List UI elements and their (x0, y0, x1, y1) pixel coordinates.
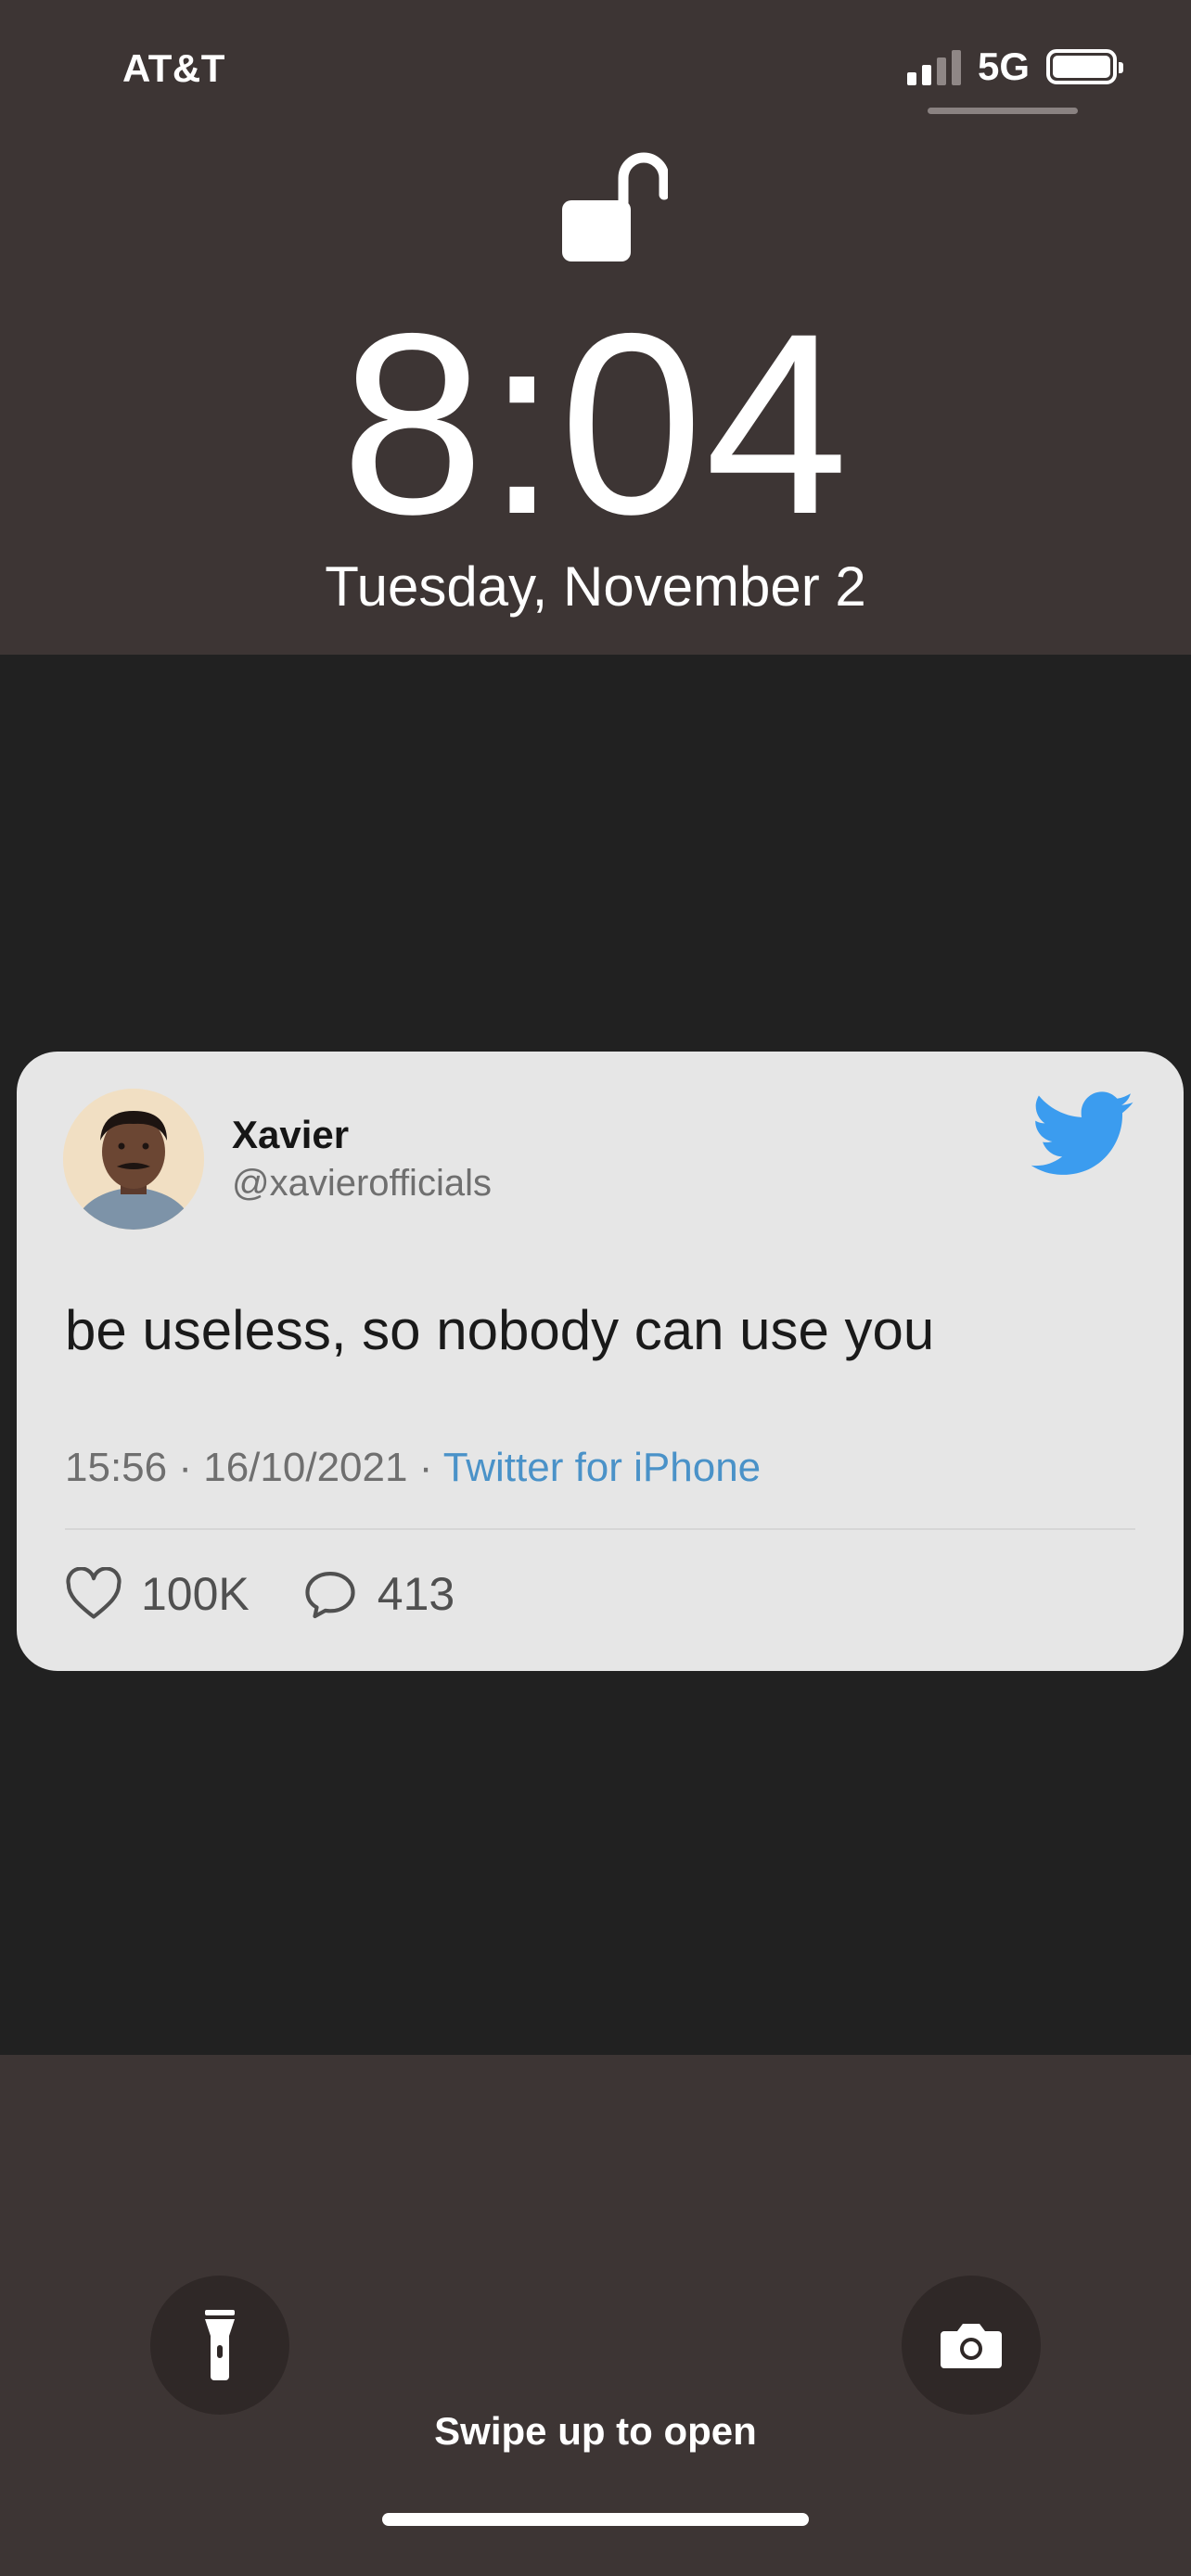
swipe-up-hint: Swipe up to open (434, 2409, 757, 2453)
tweet-author-name: Xavier (232, 1113, 350, 1156)
heart-icon (66, 1567, 122, 1619)
twitter-bird-icon (1031, 1091, 1134, 1175)
camera-icon (941, 2324, 1002, 2368)
tweet-author-handle: @xavierofficials (232, 1163, 492, 1204)
comment-icon (305, 1571, 355, 1619)
carrier-label: AT&T (122, 46, 225, 90)
tweet-time: 15:56 (65, 1445, 168, 1490)
tweet-divider (65, 1528, 1135, 1530)
camera-button[interactable] (902, 2276, 1041, 2415)
tweet-stats: 100K 413 (65, 1567, 506, 1621)
flashlight-icon (205, 2310, 235, 2380)
network-type-label: 5G (977, 45, 1030, 88)
lock-screen-time: 8:04 (340, 279, 851, 567)
tweet-card: Xavier @xavierofficials be useless, so n… (17, 1052, 1184, 1671)
lock-screen: AT&T 5G 8:04 Tuesday, November 2 Xavier … (0, 0, 1191, 2576)
tweet-date: 16/10/2021 (203, 1445, 408, 1490)
tweet-source: Twitter for iPhone (442, 1445, 762, 1490)
tweet-metadata: 15:56 · 16/10/2021 · Twitter for iPhone (65, 1445, 761, 1491)
avatar (63, 1089, 204, 1230)
tweet-text: be useless, so nobody can use you (65, 1299, 935, 1361)
control-center-indicator[interactable] (928, 108, 1078, 114)
battery-full-icon (1046, 49, 1123, 84)
meta-separator: · (178, 1445, 192, 1490)
home-indicator[interactable] (382, 2513, 809, 2526)
reply-count: 413 (377, 1568, 455, 1620)
flashlight-button[interactable] (150, 2276, 289, 2415)
unlocked-padlock-icon (562, 152, 668, 261)
status-icons: 5G (906, 45, 1123, 89)
lock-screen-date: Tuesday, November 2 (325, 555, 866, 618)
cellular-signal-icon (906, 48, 961, 85)
meta-separator: · (418, 1445, 433, 1490)
like-count: 100K (141, 1568, 250, 1620)
